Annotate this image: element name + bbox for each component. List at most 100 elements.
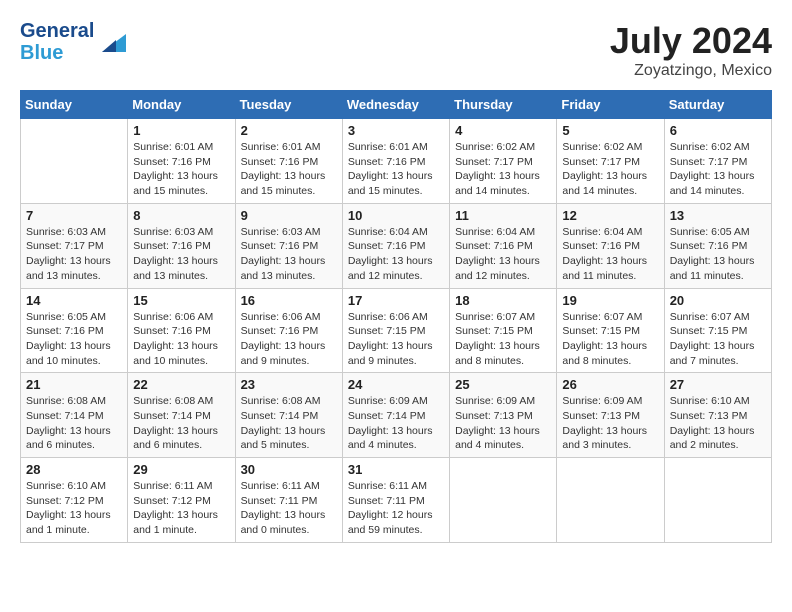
day-info: Sunrise: 6:03 AM Sunset: 7:17 PM Dayligh…	[26, 225, 122, 284]
day-info: Sunrise: 6:09 AM Sunset: 7:13 PM Dayligh…	[562, 394, 658, 453]
day-info: Sunrise: 6:08 AM Sunset: 7:14 PM Dayligh…	[241, 394, 337, 453]
calendar-cell: 27Sunrise: 6:10 AM Sunset: 7:13 PM Dayli…	[664, 373, 771, 458]
day-number: 15	[133, 293, 229, 308]
weekday-header-wednesday: Wednesday	[342, 91, 449, 119]
calendar-cell: 20 Sunrise: 6:07 AM Sunset: 7:15 PM Dayli…	[664, 288, 771, 373]
calendar-week-row: 7 Sunrise: 6:03 AM Sunset: 7:17 PM Daylig…	[21, 203, 772, 288]
calendar-cell: 22 Sunrise: 6:08 AM Sunset: 7:14 PM Dayli…	[128, 373, 235, 458]
day-info: Sunrise: 6:04 AM Sunset: 7:16 PM Dayligh…	[455, 225, 551, 284]
weekday-header-saturday: Saturday	[664, 91, 771, 119]
day-info: Sunrise: 6:08 AM Sunset: 7:14 PM Dayligh…	[133, 394, 229, 453]
calendar-table: SundayMondayTuesdayWednesdayThursdayFrid…	[20, 90, 772, 543]
day-number: 6	[670, 123, 766, 138]
weekday-header-row: SundayMondayTuesdayWednesdayThursdayFrid…	[21, 91, 772, 119]
calendar-cell: 19Sunrise: 6:07 AM Sunset: 7:15 PM Dayli…	[557, 288, 664, 373]
page-header: General Blue July 2024 Zoyatzingo, Mexic…	[20, 20, 772, 80]
day-number: 27	[670, 377, 766, 392]
day-info: Sunrise: 6:08 AM Sunset: 7:14 PM Dayligh…	[26, 394, 122, 453]
day-info: Sunrise: 6:07 AM Sunset: 7:15 PM Dayligh…	[455, 310, 551, 369]
calendar-cell: 3 Sunrise: 6:01 AM Sunset: 7:16 PM Daylig…	[342, 119, 449, 204]
day-number: 29	[133, 462, 229, 477]
calendar-cell	[557, 458, 664, 543]
day-info: Sunrise: 6:04 AM Sunset: 7:16 PM Dayligh…	[562, 225, 658, 284]
day-info: Sunrise: 6:01 AM Sunset: 7:16 PM Dayligh…	[348, 140, 444, 199]
calendar-cell: 21Sunrise: 6:08 AM Sunset: 7:14 PM Dayli…	[21, 373, 128, 458]
day-number: 11	[455, 208, 551, 223]
weekday-header-tuesday: Tuesday	[235, 91, 342, 119]
weekday-header-monday: Monday	[128, 91, 235, 119]
calendar-week-row: 28Sunrise: 6:10 AM Sunset: 7:12 PM Dayli…	[21, 458, 772, 543]
calendar-cell: 18 Sunrise: 6:07 AM Sunset: 7:15 PM Dayli…	[450, 288, 557, 373]
day-info: Sunrise: 6:02 AM Sunset: 7:17 PM Dayligh…	[670, 140, 766, 199]
day-info: Sunrise: 6:02 AM Sunset: 7:17 PM Dayligh…	[455, 140, 551, 199]
calendar-cell: 17Sunrise: 6:06 AM Sunset: 7:15 PM Dayli…	[342, 288, 449, 373]
calendar-week-row: 14 Sunrise: 6:05 AM Sunset: 7:16 PM Dayli…	[21, 288, 772, 373]
weekday-header-sunday: Sunday	[21, 91, 128, 119]
calendar-cell: 15 Sunrise: 6:06 AM Sunset: 7:16 PM Dayli…	[128, 288, 235, 373]
day-info: Sunrise: 6:09 AM Sunset: 7:14 PM Dayligh…	[348, 394, 444, 453]
day-number: 8	[133, 208, 229, 223]
day-info: Sunrise: 6:07 AM Sunset: 7:15 PM Dayligh…	[670, 310, 766, 369]
calendar-cell: 31Sunrise: 6:11 AM Sunset: 7:11 PM Dayli…	[342, 458, 449, 543]
day-info: Sunrise: 6:09 AM Sunset: 7:13 PM Dayligh…	[455, 394, 551, 453]
calendar-cell: 12 Sunrise: 6:04 AM Sunset: 7:16 PM Dayli…	[557, 203, 664, 288]
calendar-cell: 9 Sunrise: 6:03 AM Sunset: 7:16 PM Daylig…	[235, 203, 342, 288]
day-number: 16	[241, 293, 337, 308]
logo-icon	[98, 24, 130, 61]
day-info: Sunrise: 6:06 AM Sunset: 7:15 PM Dayligh…	[348, 310, 444, 369]
calendar-cell: 14 Sunrise: 6:05 AM Sunset: 7:16 PM Dayli…	[21, 288, 128, 373]
day-info: Sunrise: 6:11 AM Sunset: 7:11 PM Dayligh…	[348, 479, 444, 538]
logo-line1: General	[20, 20, 94, 42]
calendar-cell: 6 Sunrise: 6:02 AM Sunset: 7:17 PM Daylig…	[664, 119, 771, 204]
calendar-cell: 28Sunrise: 6:10 AM Sunset: 7:12 PM Dayli…	[21, 458, 128, 543]
calendar-cell: 16Sunrise: 6:06 AM Sunset: 7:16 PM Dayli…	[235, 288, 342, 373]
calendar-cell: 26 Sunrise: 6:09 AM Sunset: 7:13 PM Dayli…	[557, 373, 664, 458]
day-number: 25	[455, 377, 551, 392]
calendar-cell: 25 Sunrise: 6:09 AM Sunset: 7:13 PM Dayli…	[450, 373, 557, 458]
day-number: 5	[562, 123, 658, 138]
day-info: Sunrise: 6:11 AM Sunset: 7:11 PM Dayligh…	[241, 479, 337, 538]
day-number: 22	[133, 377, 229, 392]
calendar-cell	[450, 458, 557, 543]
title-area: July 2024 Zoyatzingo, Mexico	[610, 20, 772, 80]
calendar-cell: 23Sunrise: 6:08 AM Sunset: 7:14 PM Dayli…	[235, 373, 342, 458]
calendar-week-row: 21Sunrise: 6:08 AM Sunset: 7:14 PM Dayli…	[21, 373, 772, 458]
calendar-cell	[664, 458, 771, 543]
day-number: 9	[241, 208, 337, 223]
day-number: 12	[562, 208, 658, 223]
day-number: 4	[455, 123, 551, 138]
calendar-cell: 24 Sunrise: 6:09 AM Sunset: 7:14 PM Dayli…	[342, 373, 449, 458]
day-number: 14	[26, 293, 122, 308]
weekday-header-friday: Friday	[557, 91, 664, 119]
day-info: Sunrise: 6:03 AM Sunset: 7:16 PM Dayligh…	[241, 225, 337, 284]
day-info: Sunrise: 6:11 AM Sunset: 7:12 PM Dayligh…	[133, 479, 229, 538]
day-number: 20	[670, 293, 766, 308]
calendar-cell: 29 Sunrise: 6:11 AM Sunset: 7:12 PM Dayli…	[128, 458, 235, 543]
day-number: 18	[455, 293, 551, 308]
day-info: Sunrise: 6:05 AM Sunset: 7:16 PM Dayligh…	[26, 310, 122, 369]
day-number: 26	[562, 377, 658, 392]
day-info: Sunrise: 6:03 AM Sunset: 7:16 PM Dayligh…	[133, 225, 229, 284]
day-number: 2	[241, 123, 337, 138]
calendar-cell: 13Sunrise: 6:05 AM Sunset: 7:16 PM Dayli…	[664, 203, 771, 288]
calendar-cell: 30Sunrise: 6:11 AM Sunset: 7:11 PM Dayli…	[235, 458, 342, 543]
day-number: 1	[133, 123, 229, 138]
logo: General Blue	[20, 20, 130, 64]
day-info: Sunrise: 6:06 AM Sunset: 7:16 PM Dayligh…	[133, 310, 229, 369]
day-number: 24	[348, 377, 444, 392]
calendar-cell: 1Sunrise: 6:01 AM Sunset: 7:16 PM Daylig…	[128, 119, 235, 204]
calendar-week-row: 1 Sunrise: 6:01 AM Sunset: 7:16 PM Daylig…	[21, 119, 772, 204]
weekday-header-thursday: Thursday	[450, 91, 557, 119]
day-number: 7	[26, 208, 122, 223]
day-info: Sunrise: 6:04 AM Sunset: 7:16 PM Dayligh…	[348, 225, 444, 284]
day-number: 3	[348, 123, 444, 138]
calendar-cell: 5Sunrise: 6:02 AM Sunset: 7:17 PM Daylig…	[557, 119, 664, 204]
calendar-cell: 10 Sunrise: 6:04 AM Sunset: 7:16 PM Dayli…	[342, 203, 449, 288]
calendar-cell: 11 Sunrise: 6:04 AM Sunset: 7:16 PM Dayli…	[450, 203, 557, 288]
calendar-cell: 7 Sunrise: 6:03 AM Sunset: 7:17 PM Daylig…	[21, 203, 128, 288]
logo-line2: Blue	[20, 42, 94, 64]
calendar-cell: 4 Sunrise: 6:02 AM Sunset: 7:17 PM Daylig…	[450, 119, 557, 204]
day-number: 10	[348, 208, 444, 223]
day-number: 13	[670, 208, 766, 223]
location-subtitle: Zoyatzingo, Mexico	[610, 62, 772, 80]
